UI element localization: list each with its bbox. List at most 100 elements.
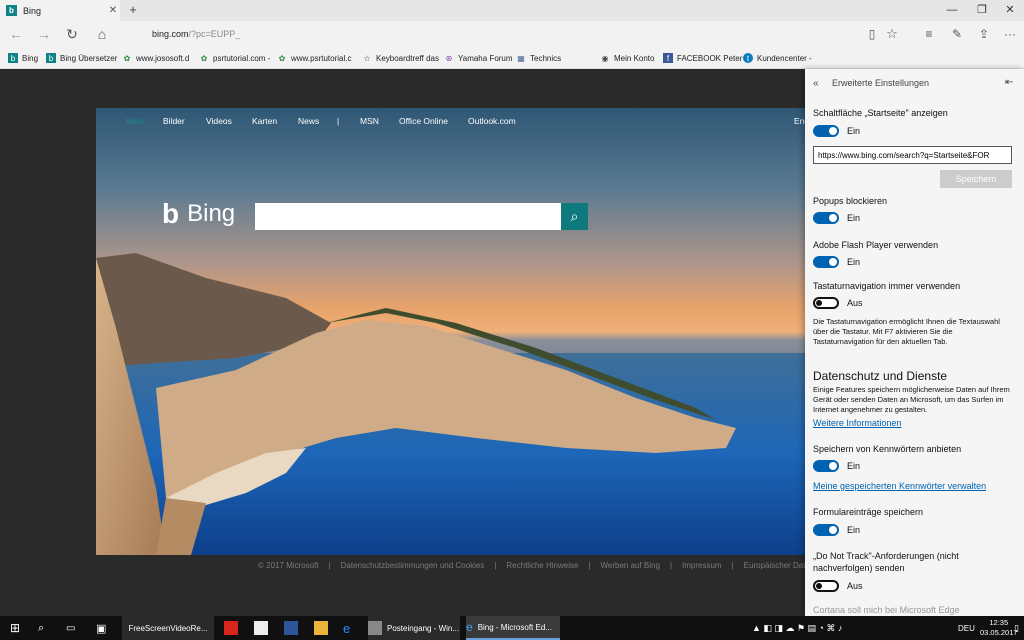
fav-item-0[interactable]: b Bing (8, 47, 38, 69)
windows-start-icon[interactable]: ⊞ (10, 616, 20, 640)
refresh-icon[interactable]: ↻ (58, 21, 86, 47)
clock[interactable]: 12:35 03.05.2017 (980, 616, 1018, 640)
taskbar-app-edge[interactable]: e Bing - Microsoft Ed... (466, 616, 560, 640)
bing-nav-web[interactable]: Web (126, 116, 143, 126)
store-icon[interactable]: ▣ (96, 616, 106, 640)
folder-icon[interactable] (314, 616, 333, 640)
puzzle-icon: ✿ (278, 53, 286, 63)
popups-toggle[interactable] (813, 212, 839, 224)
do-not-track-label: „Do Not Track"-Anforderungen (nicht nach… (813, 551, 959, 573)
home-button-label: Schaltfläche „Startseite" anzeigen (813, 108, 948, 118)
bing-footer: © 2017 Microsoft | Datenschutzbestimmungen… (258, 561, 827, 570)
bing-icon: b (46, 53, 56, 63)
save-button[interactable]: Speichern (940, 170, 1012, 188)
flash-toggle[interactable] (813, 256, 839, 268)
popups-label: Popups blockieren (813, 196, 888, 206)
language-indicator[interactable]: DEU (958, 616, 975, 640)
web-note-icon[interactable]: ✎ (943, 21, 971, 47)
form-entries-state: Ein (847, 525, 861, 535)
bing-nav-videos[interactable]: Videos (206, 116, 232, 126)
task-view-icon[interactable]: ▭ (66, 616, 75, 640)
fav-item-5[interactable]: ☆ Keyboardtreff das (362, 47, 439, 69)
caret-browsing-description: Die Tastaturnavigation ermöglicht Ihnen … (813, 317, 1000, 346)
bing-nav-msn[interactable]: MSN (360, 116, 379, 126)
home-button-toggle[interactable] (813, 125, 839, 137)
flash-state: Ein (847, 257, 861, 267)
hero-image (96, 108, 805, 555)
notification-icon[interactable]: ▯ (1014, 616, 1019, 640)
panel-header: Erweiterte Einstellungen (832, 78, 930, 88)
taskbar-app-screenrecorder[interactable]: FreeScreenVideoRe... (122, 616, 214, 640)
legal-link[interactable]: Rechtliche Hinweise (506, 561, 578, 570)
edge-icon: e (466, 620, 473, 634)
bing-favicon-icon: b (6, 5, 17, 16)
pin-icon[interactable]: ⇤ (1005, 77, 1013, 88)
address-bar[interactable]: bing.com/?pc=EUPP_ (122, 24, 862, 43)
passwords-toggle[interactable] (813, 460, 839, 472)
do-not-track-toggle[interactable] (813, 580, 839, 592)
bing-nav-outlook[interactable]: Outlook.com (468, 116, 516, 126)
forward-icon[interactable]: → (30, 21, 58, 47)
imprint-link[interactable]: Impressum (682, 561, 722, 570)
facebook-icon: f (663, 53, 673, 63)
bing-nav-maps[interactable]: Karten (252, 116, 277, 126)
word-icon[interactable] (284, 616, 303, 640)
close-tab-icon[interactable]: ✕ (106, 5, 120, 16)
telekom-icon: t (743, 53, 753, 63)
popups-state: Ein (847, 213, 861, 223)
calendar-icon[interactable] (254, 616, 273, 640)
caret-browsing-label: Tastaturnavigation immer verwenden (813, 281, 961, 291)
close-window-button[interactable]: ✕ (996, 0, 1024, 21)
bing-nav-separator: | (337, 116, 340, 126)
fav-item-4[interactable]: ✿ www.psrtutorial.c (277, 47, 352, 69)
bing-nav-news[interactable]: News (298, 116, 319, 126)
taskbar-app-mail[interactable]: Posteingang - Win... (368, 616, 460, 640)
fav-item-6[interactable]: ⊛ Yamaha Forum (444, 47, 513, 69)
form-entries-toggle[interactable] (813, 524, 839, 536)
puzzle-icon: ✿ (200, 53, 208, 63)
manage-passwords-link[interactable]: Meine gespeicherten Kennwörter verwalten (813, 481, 986, 491)
grid-icon: ▦ (517, 53, 525, 63)
back-chevron-icon[interactable]: « (813, 78, 819, 89)
back-icon[interactable]: ← (2, 21, 30, 47)
maximize-button[interactable]: ❐ (968, 0, 996, 21)
fav-item-10[interactable]: t Kundencenter - (743, 47, 812, 69)
ie-icon[interactable]: e (343, 616, 350, 640)
hub-icon[interactable]: ≡ (915, 21, 943, 47)
advertise-link[interactable]: Werben auf Bing (601, 561, 660, 570)
fav-item-7[interactable]: ▦ Technics (516, 47, 561, 69)
share-icon[interactable]: ⇪ (970, 21, 998, 47)
fav-item-2[interactable]: ✿ www.jososoft.d (122, 47, 190, 69)
home-icon[interactable]: ⌂ (88, 21, 116, 47)
form-entries-label: Formulareinträge speichern (813, 507, 924, 517)
puzzle-icon: ✿ (123, 53, 131, 63)
favorite-star-icon[interactable]: ☆ (878, 21, 906, 47)
download-icon[interactable] (224, 616, 243, 640)
bing-icon: b (8, 53, 18, 63)
privacy-link[interactable]: Datenschutzbestimmungen und Cookies (341, 561, 485, 570)
fav-item-8[interactable]: ◉ Mein Konto (600, 47, 655, 69)
search-taskbar-icon[interactable]: ⌕ (38, 616, 44, 640)
clock-time: 12:35 (989, 618, 1009, 627)
fav-item-9[interactable]: f FACEBOOK Peter (663, 47, 742, 69)
search-icon[interactable]: ⌕ (561, 203, 588, 230)
cortana-label: Cortana soll mich bei Microsoft Edge (813, 605, 960, 615)
bing-search-input[interactable] (255, 203, 561, 230)
minimize-button[interactable]: — (938, 0, 966, 21)
do-not-track-state: Aus (847, 581, 863, 591)
more-icon[interactable]: ··· (996, 21, 1024, 47)
fav-item-1[interactable]: b Bing Übersetzer (46, 47, 117, 69)
new-tab-button[interactable]: + (124, 0, 142, 21)
bing-nav-office[interactable]: Office Online (399, 116, 448, 126)
more-info-link[interactable]: Weitere Informationen (813, 418, 901, 428)
home-button-state: Ein (847, 126, 861, 136)
address-path: /?pc=EUPP_ (188, 28, 241, 39)
fav-item-3[interactable]: ✿ psrtutorial.com - (199, 47, 271, 69)
globe-icon: ◉ (601, 53, 609, 63)
tab-bing[interactable]: b Bing ✕ (0, 0, 120, 21)
bing-nav-images[interactable]: Bilder (163, 116, 185, 126)
caret-browsing-toggle[interactable] (813, 297, 839, 309)
home-url-input[interactable] (813, 146, 1012, 164)
flash-label: Adobe Flash Player verwenden (813, 240, 939, 250)
tray-icons[interactable]: ▲ ◧ ◨ ☁ ⚑ ▤ ◔ ⌘ ♪ (752, 616, 842, 640)
